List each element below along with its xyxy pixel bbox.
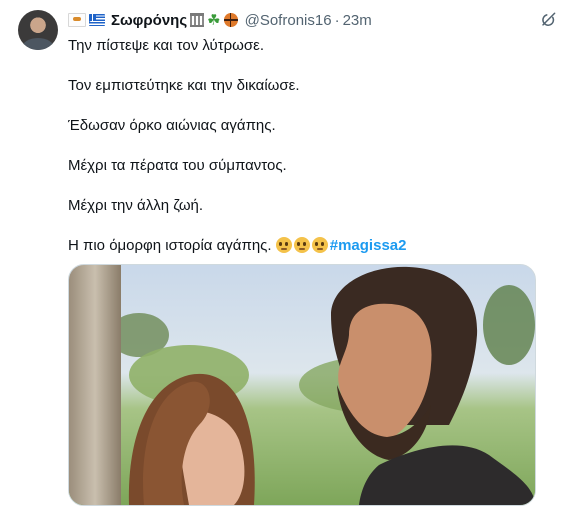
tweet-line: Την πίστεψε και τον λύτρωσε. xyxy=(68,37,265,54)
tweet-last-line: Η πιο όμορφη ιστορία αγάπης. #magissa2 xyxy=(68,236,558,256)
tweet-photo[interactable] xyxy=(68,264,536,506)
tweet-line: Έδωσαν όρκο αιώνιας αγάπης. xyxy=(68,117,276,134)
tweet-text: Την πίστεψε και τον λύτρωσε. Τον εμπιστε… xyxy=(68,36,558,276)
tweet-header: Σωφρόνης ☘ @Sofronis16 · 23m xyxy=(68,9,372,31)
cyprus-flag-icon xyxy=(68,13,86,27)
avatar-shoulders xyxy=(22,38,54,50)
avatar[interactable] xyxy=(18,10,58,50)
hashtag-link[interactable]: #magissa2 xyxy=(330,237,407,254)
separator-dot: · xyxy=(334,11,340,29)
pleading-face-icon xyxy=(293,237,310,253)
tweet-line: Τον εμπιστεύτηκε και την δικαίωσε. xyxy=(68,77,300,94)
author-handle[interactable]: @Sofronis16 xyxy=(245,12,332,29)
author-name[interactable]: Σωφρόνης xyxy=(111,12,187,29)
tweet-line: Μέχρι την άλλη ζωή. xyxy=(68,197,204,214)
timestamp[interactable]: 23m xyxy=(343,12,372,29)
photo-scene xyxy=(69,265,535,505)
grok-icon[interactable] xyxy=(540,11,558,29)
tweet-line: Η πιο όμορφη ιστορία αγάπης. xyxy=(68,237,272,254)
shamrock-icon: ☘ xyxy=(207,11,221,29)
tweet-line: Μέχρι τα πέρατα του σύμπαντος. xyxy=(68,157,287,174)
tweet: Σωφρόνης ☘ @Sofronis16 · 23m Την πίστεψε… xyxy=(0,0,570,506)
pleading-face-icon xyxy=(275,237,292,253)
pleading-face-icon xyxy=(311,237,328,253)
basketball-icon xyxy=(223,13,238,27)
greece-flag-icon xyxy=(89,14,105,26)
classical-building-icon xyxy=(190,13,205,27)
